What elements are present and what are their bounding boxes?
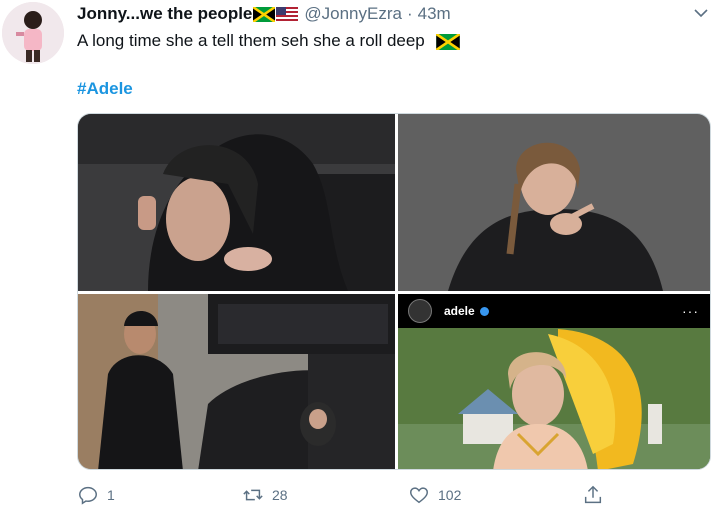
verified-badge-icon [479, 306, 489, 316]
more-options-icon: ··· [682, 303, 699, 319]
reply-button[interactable]: 1 [77, 484, 115, 506]
hashtag-link[interactable]: #Adele [77, 79, 133, 99]
heart-icon [410, 487, 428, 504]
media-grid: adele ··· [77, 113, 711, 470]
retweet-button[interactable]: 28 [242, 484, 288, 506]
retweet-count: 28 [272, 487, 288, 503]
us-flag-icon [276, 6, 299, 22]
author-handle[interactable]: @JonnyEzra [304, 4, 402, 24]
reply-count: 1 [107, 487, 115, 503]
jamaica-flag-icon [435, 32, 460, 51]
tweet-header: Jonny...we the people @JonnyEzra · 43m [77, 4, 451, 24]
jamaica-flag-icon [252, 5, 277, 23]
timestamp[interactable]: 43m [418, 4, 451, 24]
retweet-icon [243, 489, 263, 501]
photo-4-instagram[interactable]: adele ··· [398, 294, 710, 469]
avatar[interactable] [2, 2, 64, 64]
share-button[interactable] [582, 484, 604, 506]
instagram-avatar [408, 299, 432, 323]
author-name[interactable]: Jonny...we the people [77, 4, 252, 24]
instagram-header: adele ··· [398, 294, 710, 328]
reply-icon [79, 486, 97, 505]
like-count: 102 [438, 487, 462, 503]
photo-1[interactable] [78, 114, 395, 291]
share-icon [584, 485, 602, 504]
tweet-body: A long time she a tell them seh she a ro… [77, 31, 425, 50]
tweet-actions: 1 28 102 [77, 484, 637, 508]
photo-2[interactable] [398, 114, 710, 291]
instagram-username: adele [444, 304, 475, 318]
separator-dot: · [406, 4, 413, 23]
tweet-text: A long time she a tell them seh she a ro… [77, 31, 460, 51]
chevron-down-icon[interactable] [693, 6, 709, 18]
like-button[interactable]: 102 [408, 484, 461, 506]
photo-3[interactable] [78, 294, 395, 469]
